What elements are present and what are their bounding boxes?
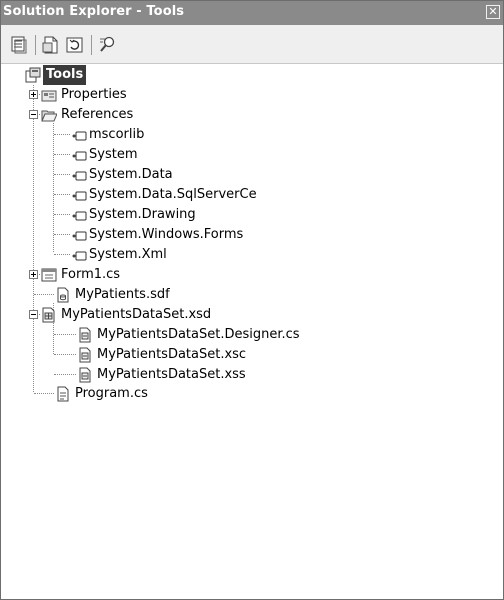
tree-node-label: System.Windows.Forms <box>89 227 244 242</box>
window-title: Solution Explorer - Tools <box>3 4 185 19</box>
tree-node-label: References <box>61 107 134 122</box>
tree-node-label: MyPatients.sdf <box>75 287 170 302</box>
tree-node-program[interactable]: Program.cs <box>1 384 501 404</box>
tree-node-label: MyPatientsDataSet.xsd <box>61 307 212 322</box>
close-button[interactable]: ✕ <box>486 5 500 19</box>
dataset-child-item[interactable]: MyPatientsDataSet.xsc <box>1 345 501 365</box>
database-file-icon <box>55 287 71 303</box>
project-icon <box>25 67 41 83</box>
class-view-icon[interactable] <box>97 35 117 55</box>
code-file-icon <box>77 327 93 343</box>
tree-node-form1[interactable]: Form1.cs <box>1 265 501 285</box>
reference-item[interactable]: System.Windows.Forms <box>1 225 501 245</box>
tree-node-label: Form1.cs <box>61 267 121 282</box>
tree-node-label: MyPatientsDataSet.xss <box>97 367 246 382</box>
expand-toggle[interactable] <box>29 90 38 99</box>
tree-node-xsd[interactable]: MyPatientsDataSet.xsd <box>1 305 501 325</box>
dataset-icon <box>41 307 57 323</box>
tree-node-root[interactable]: Tools <box>1 65 501 85</box>
tree-node-label: MyPatientsDataSet.Designer.cs <box>97 327 300 342</box>
reference-item[interactable]: System.Drawing <box>1 205 501 225</box>
show-all-files-icon[interactable] <box>41 35 61 55</box>
tree-node-properties[interactable]: Properties <box>1 85 501 105</box>
toolbar-separator <box>91 35 92 55</box>
assembly-icon <box>71 147 87 163</box>
toolbar-separator <box>35 35 36 55</box>
refresh-icon[interactable] <box>65 35 85 55</box>
tree-node-label: Program.cs <box>75 386 148 401</box>
tree-node-label: mscorlib <box>89 127 145 142</box>
open-folder-icon <box>41 107 58 123</box>
tree-node-label: MyPatientsDataSet.xsc <box>97 347 247 362</box>
code-file-icon <box>77 367 93 383</box>
csharp-file-icon <box>55 386 71 402</box>
assembly-icon <box>71 127 87 143</box>
properties-folder-icon <box>41 87 57 103</box>
tree-node-label: Tools <box>43 65 87 85</box>
reference-item[interactable]: System <box>1 145 501 165</box>
assembly-icon <box>71 187 87 203</box>
title-bar: Solution Explorer - Tools ✕ <box>1 1 503 25</box>
tree-node-references[interactable]: References <box>1 105 501 125</box>
tree-node-label: System.Data <box>89 167 173 182</box>
tree-node-label: Properties <box>61 87 127 102</box>
properties-icon[interactable] <box>9 35 29 55</box>
toolbar <box>1 25 503 64</box>
assembly-icon <box>71 167 87 183</box>
expand-toggle[interactable] <box>29 270 38 279</box>
reference-item[interactable]: mscorlib <box>1 125 501 145</box>
assembly-icon <box>71 247 87 263</box>
dataset-child-item[interactable]: MyPatientsDataSet.xss <box>1 365 501 385</box>
reference-item[interactable]: System.Data <box>1 165 501 185</box>
tree-node-sdf[interactable]: MyPatients.sdf <box>1 285 501 305</box>
reference-item[interactable]: System.Xml <box>1 245 501 265</box>
assembly-icon <box>71 227 87 243</box>
assembly-icon <box>71 207 87 223</box>
solution-explorer-window: Solution Explorer - Tools ✕ Tools Proper… <box>0 0 504 600</box>
collapse-toggle[interactable] <box>29 110 38 119</box>
tree-node-label: System.Xml <box>89 247 167 262</box>
collapse-toggle[interactable] <box>29 310 38 319</box>
tree-node-label: System <box>89 147 138 162</box>
reference-item[interactable]: System.Data.SqlServerCe <box>1 185 501 205</box>
form-icon <box>41 267 57 283</box>
tree-node-label: System.Data.SqlServerCe <box>89 187 257 202</box>
code-file-icon <box>77 347 93 363</box>
dataset-child-item[interactable]: MyPatientsDataSet.Designer.cs <box>1 325 501 345</box>
tree-node-label: System.Drawing <box>89 207 196 222</box>
solution-tree: Tools Properties References mscorlib Sys… <box>1 63 503 599</box>
